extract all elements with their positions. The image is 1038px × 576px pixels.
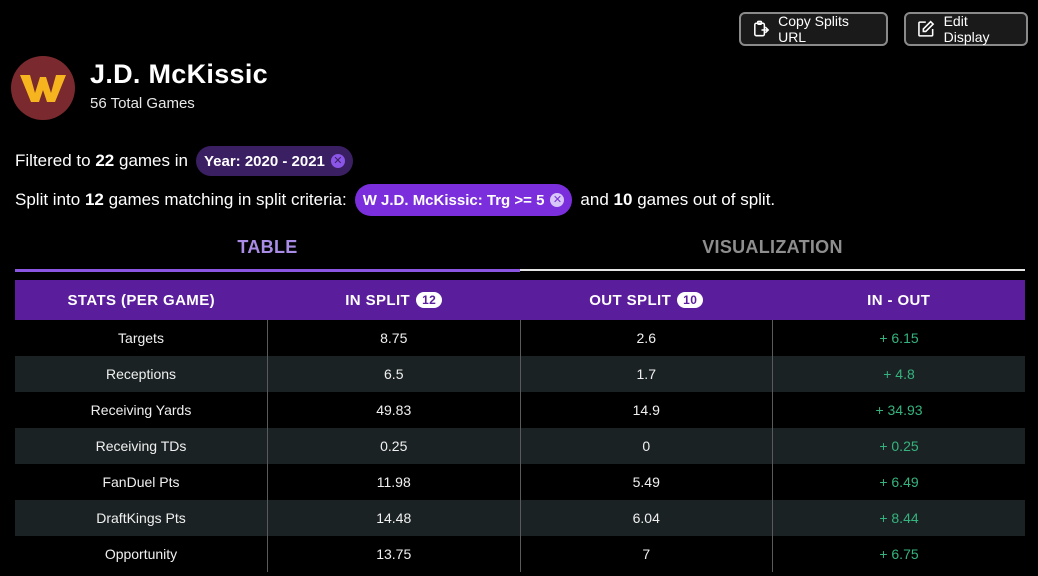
filter-summary: Filtered to 22 games in Year: 2020 - 202… (15, 146, 361, 176)
table-row: Receptions 6.5 1.7 + 4.8 (15, 356, 1025, 392)
out-split-value: 1.7 (519, 356, 773, 392)
stat-name: Receiving TDs (15, 428, 268, 464)
in-split-value: 0.25 (267, 428, 520, 464)
stats-table: STATS (PER GAME) IN SPLIT 12 OUT SPLIT 10 … (15, 280, 1025, 572)
header-out-split: OUT SPLIT 10 (520, 280, 773, 320)
in-out-diff: + 4.8 (772, 356, 1025, 392)
in-split-value: 49.83 (267, 392, 520, 428)
split-criteria-chip[interactable]: W J.D. McKissic: Trg >= 5 ✕ (354, 184, 573, 216)
in-out-diff: + 8.44 (772, 500, 1025, 536)
in-split-value: 8.75 (267, 320, 520, 356)
in-split-count-badge: 12 (416, 291, 443, 308)
out-split-count-badge: 10 (677, 291, 704, 308)
year-filter-chip-label: Year: 2020 - 2021 (203, 152, 325, 170)
split-middle: games matching in split criteria: (108, 190, 347, 209)
out-split-value: 14.9 (519, 392, 773, 428)
split-in-count: 12 (84, 190, 104, 209)
copy-splits-url-button[interactable]: Copy Splits URL (739, 12, 888, 46)
total-games: 56 Total Games (90, 94, 195, 112)
table-row: Receiving TDs 0.25 0 + 0.25 (15, 428, 1025, 464)
table-header-row: STATS (PER GAME) IN SPLIT 12 OUT SPLIT 10 … (15, 280, 1025, 320)
filter-count: 22 (95, 151, 115, 170)
table-row: Targets 8.75 2.6 + 6.15 (15, 320, 1025, 356)
tab-table[interactable]: TABLE (15, 228, 520, 272)
team-logo-w-icon (20, 75, 66, 102)
tab-visualization[interactable]: VISUALIZATION (520, 228, 1025, 271)
copy-splits-url-label: Copy Splits URL (778, 13, 849, 45)
team-logo (11, 56, 75, 120)
table-row: FanDuel Pts 11.98 5.49 + 6.49 (15, 464, 1025, 500)
header-stats: STATS (PER GAME) (15, 280, 268, 320)
stat-name: Opportunity (104, 546, 178, 562)
table-row: DraftKings Pts 14.48 6.04 + 8.44 (15, 500, 1025, 536)
split-criteria-chip-label: W J.D. McKissic: Trg >= 5 (362, 191, 545, 209)
out-split-value: 6.04 (519, 500, 773, 536)
split-summary: Split into 12 games matching in split cr… (15, 184, 775, 216)
out-split-value: 0 (519, 428, 773, 464)
in-split-value: 13.75 (267, 536, 520, 572)
split-suffix: games out of split. (637, 190, 776, 209)
out-split-value: 2.6 (519, 320, 773, 356)
in-out-diff: + 0.25 (772, 428, 1025, 464)
close-icon[interactable]: ✕ (550, 193, 565, 207)
filter-prefix: Filtered to (15, 151, 91, 170)
in-out-diff: + 6.15 (772, 320, 1025, 356)
edit-display-label: Edit Display (943, 13, 990, 45)
clipboard-copy-icon (754, 20, 770, 37)
split-prefix: Split into (15, 190, 81, 209)
in-out-diff: + 6.49 (772, 464, 1025, 500)
stat-name: FanDuel Pts (102, 474, 180, 490)
edit-display-button[interactable]: Edit Display (904, 12, 1028, 46)
header-in-split: IN SPLIT 12 (267, 280, 520, 320)
out-split-value: 7 (519, 536, 773, 572)
stat-name: DraftKings Pts (15, 500, 268, 536)
header-in-out: IN - OUT (772, 280, 1025, 320)
in-out-diff: + 34.93 (772, 392, 1025, 428)
table-row: Receiving Yards 49.83 14.9 + 34.93 (15, 392, 1025, 428)
out-split-value: 5.49 (519, 464, 773, 500)
stat-name: Receptions (15, 356, 268, 392)
split-out-count: 10 (613, 190, 633, 209)
edit-icon (918, 20, 935, 37)
stat-name: Targets (118, 330, 164, 346)
toolbar: Copy Splits URL Edit Display (739, 12, 1028, 46)
in-out-diff: + 6.75 (772, 536, 1025, 572)
stat-name: Receiving Yards (90, 402, 192, 418)
view-tabs: TABLE VISUALIZATION (15, 228, 1025, 272)
in-split-value: 11.98 (267, 464, 520, 500)
table-row: Opportunity 13.75 7 + 6.75 (15, 536, 1025, 572)
player-info: J.D. McKissic 56 Total Games (90, 59, 268, 112)
player-header: J.D. McKissic 56 Total Games (11, 56, 268, 120)
split-and: and (580, 190, 609, 209)
filter-suffix: games in (118, 151, 188, 170)
in-split-value: 14.48 (267, 500, 520, 536)
close-icon[interactable]: ✕ (330, 154, 345, 168)
in-split-value: 6.5 (267, 356, 520, 392)
year-filter-chip[interactable]: Year: 2020 - 2021 ✕ (195, 146, 353, 176)
player-name: J.D. McKissic (90, 58, 268, 89)
